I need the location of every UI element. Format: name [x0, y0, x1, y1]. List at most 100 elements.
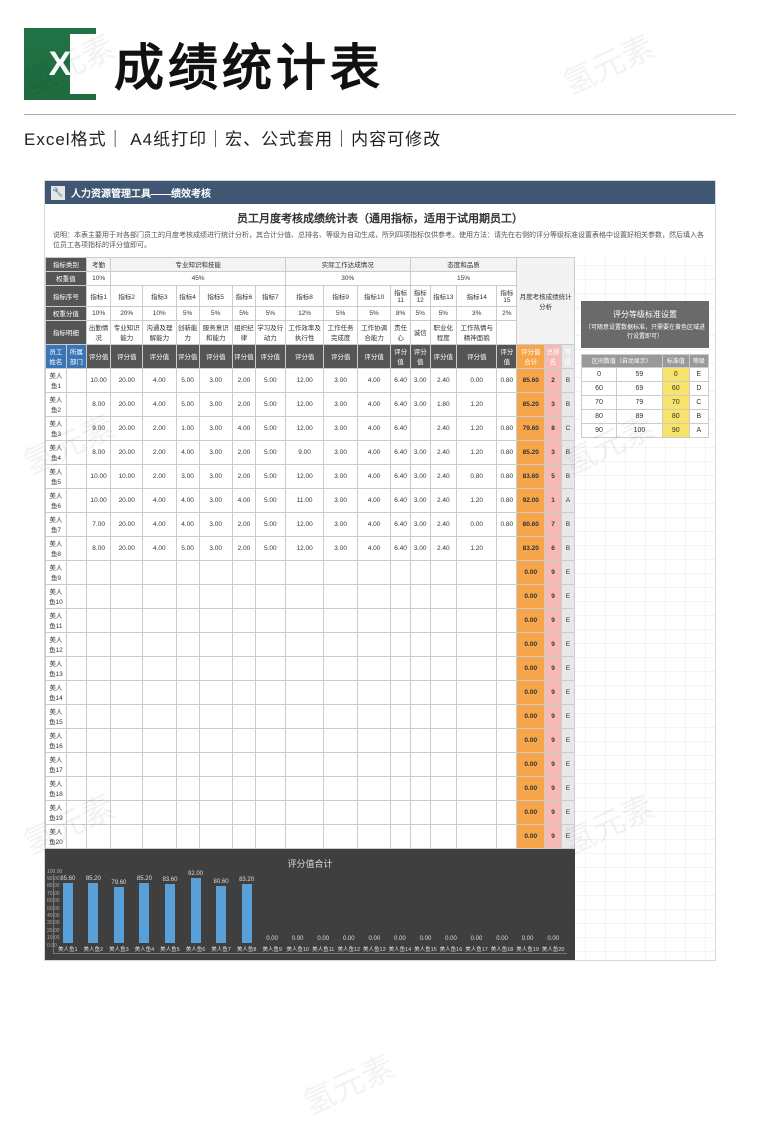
chart-title: 评分值合计	[53, 857, 567, 870]
data-cell: E	[561, 560, 574, 584]
data-cell: 美人鱼6	[46, 488, 67, 512]
data-cell	[199, 800, 232, 824]
data-cell: 15%	[410, 271, 516, 285]
bar-slot: 83.20美人鱼8	[235, 877, 259, 952]
data-cell: 0.00	[517, 824, 545, 848]
ytick: 40.00	[47, 913, 62, 919]
data-cell	[66, 608, 86, 632]
bar-value-label: 0.00	[317, 936, 329, 942]
data-cell	[86, 776, 111, 800]
header-cell: 评分值	[176, 344, 199, 368]
wrench-icon: 🔧	[51, 186, 65, 200]
data-cell	[199, 824, 232, 848]
data-cell	[199, 752, 232, 776]
data-cell: 5.00	[255, 512, 285, 536]
data-cell: 9	[545, 704, 562, 728]
data-cell: E	[689, 367, 708, 381]
data-cell	[66, 680, 86, 704]
data-cell	[176, 824, 199, 848]
data-cell	[285, 680, 324, 704]
data-cell	[456, 584, 497, 608]
data-cell: 0.00	[456, 368, 497, 392]
data-cell: 3.00	[199, 512, 232, 536]
data-cell: 美人鱼10	[46, 584, 67, 608]
data-cell: 4.00	[357, 416, 390, 440]
ytick: 0.00	[47, 943, 62, 949]
data-cell	[285, 752, 324, 776]
data-cell	[111, 824, 143, 848]
header-cell: 评分值	[456, 344, 497, 368]
data-cell: 5%	[255, 306, 285, 320]
data-cell: 0.80	[497, 440, 517, 464]
data-cell: 2.40	[430, 512, 456, 536]
data-cell	[232, 800, 255, 824]
data-cell	[111, 776, 143, 800]
data-cell	[232, 704, 255, 728]
data-cell	[143, 824, 177, 848]
data-cell	[430, 560, 456, 584]
data-cell	[497, 320, 517, 344]
data-cell	[66, 656, 86, 680]
data-cell: 10.00	[86, 464, 111, 488]
sheet-description: 说明：本表主要用于对各部门员工的月度考核成绩进行统计分析，其合计分值、总排名、等…	[45, 228, 715, 257]
grade-header-cell: 标准值	[662, 354, 689, 367]
data-cell	[86, 584, 111, 608]
data-cell: 85.20	[517, 392, 545, 416]
bar-category-label: 美人鱼18	[491, 945, 514, 953]
data-cell: 9	[545, 800, 562, 824]
data-cell: 4.00	[143, 536, 177, 560]
ytick: 20.00	[47, 928, 62, 934]
data-cell: 9	[545, 680, 562, 704]
bar-category-label: 美人鱼3	[109, 945, 129, 953]
sheet-header-text: 人力资源管理工具——绩效考核	[71, 185, 211, 200]
data-cell: 指标14	[456, 285, 497, 306]
data-cell: 3.00	[410, 488, 430, 512]
data-cell: 3.00	[199, 416, 232, 440]
data-cell	[86, 608, 111, 632]
data-cell	[357, 728, 390, 752]
bar	[114, 887, 124, 943]
data-cell: E	[561, 680, 574, 704]
data-cell	[143, 728, 177, 752]
data-cell	[391, 680, 411, 704]
header-cell: 指标序号	[46, 285, 87, 306]
data-cell	[391, 632, 411, 656]
header-cell: 评分值	[255, 344, 285, 368]
data-cell	[497, 608, 517, 632]
header-cell: 员工姓名	[46, 344, 67, 368]
bar-category-label: 美人鱼19	[516, 945, 539, 953]
bar-slot: 0.00美人鱼15	[414, 936, 438, 953]
data-cell	[324, 680, 357, 704]
data-cell: 指标6	[232, 285, 255, 306]
data-cell: 5.00	[255, 536, 285, 560]
data-cell: 3.00	[199, 440, 232, 464]
data-cell	[86, 752, 111, 776]
data-cell: 10%	[143, 306, 177, 320]
data-cell: 3.00	[199, 368, 232, 392]
bar-category-label: 美人鱼10	[286, 945, 309, 953]
data-cell: 8	[545, 416, 562, 440]
data-cell	[66, 776, 86, 800]
bar-value-label: 85.60	[60, 876, 75, 882]
data-cell	[391, 608, 411, 632]
bar-value-label: 0.00	[420, 936, 432, 942]
bar-slot: 0.00美人鱼11	[311, 936, 335, 953]
bar-value-label: 0.00	[368, 936, 380, 942]
data-cell: 1.20	[456, 536, 497, 560]
data-cell: 2	[545, 368, 562, 392]
bar-slot: 0.00美人鱼13	[363, 936, 387, 953]
data-cell: 0.00	[517, 560, 545, 584]
data-cell: A	[561, 488, 574, 512]
data-cell: 1.20	[456, 392, 497, 416]
data-cell: 1.20	[456, 440, 497, 464]
data-cell: 4.00	[357, 392, 390, 416]
data-cell: 12.00	[285, 464, 324, 488]
data-cell	[497, 704, 517, 728]
header-cell: 评分值	[391, 344, 411, 368]
data-cell: 4.00	[143, 368, 177, 392]
data-cell: 指标3	[143, 285, 177, 306]
data-cell: 20.00	[111, 392, 143, 416]
data-cell	[497, 392, 517, 416]
data-cell	[111, 584, 143, 608]
data-cell: 1.00	[176, 416, 199, 440]
